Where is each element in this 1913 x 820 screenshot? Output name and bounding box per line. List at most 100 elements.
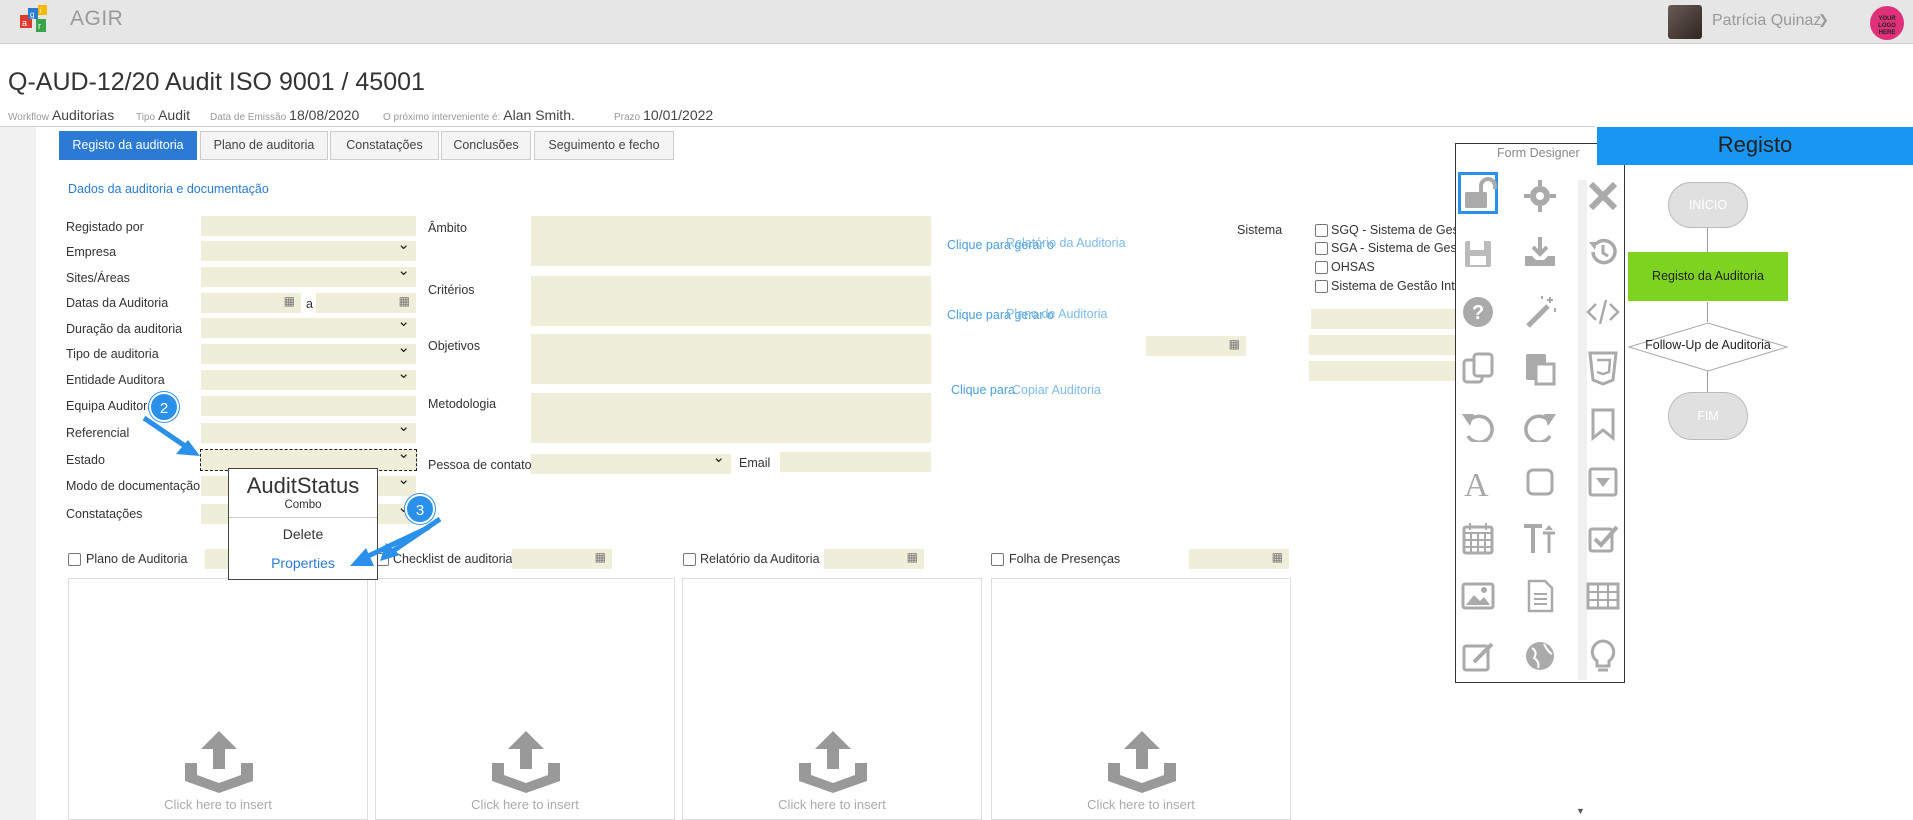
workflow-header: Registo	[1597, 127, 1913, 165]
criterios-textarea[interactable]	[531, 276, 931, 326]
registado-por-field[interactable]	[201, 216, 416, 236]
tab-constatacoes[interactable]: Constatações	[330, 131, 439, 160]
calendar-icon[interactable]	[1460, 521, 1496, 557]
user-name[interactable]: Patrícia Quinaz	[1712, 12, 1821, 30]
checkbox-icon[interactable]	[1585, 521, 1621, 557]
workflow-node-inicio[interactable]: INÍCIO	[1668, 182, 1748, 228]
app-logo-icon[interactable]: a g i r	[18, 5, 54, 35]
workflow-node-fim[interactable]: FIM	[1668, 392, 1748, 440]
user-avatar[interactable]	[1668, 5, 1702, 39]
workflow-connector	[1707, 370, 1708, 392]
ohsas-checkbox[interactable]	[1315, 261, 1328, 274]
sgi-checkbox[interactable]	[1315, 280, 1328, 293]
relatorio-dropzone[interactable]: Click here to insert	[682, 578, 982, 820]
label-sites: Sites/Áreas	[66, 271, 130, 285]
relatorio-link-label[interactable]: Relatório da Auditoria	[1006, 236, 1126, 250]
badge-2: 2	[149, 392, 179, 422]
workflow-node-followup[interactable]: Follow-Up de Auditoria	[1628, 338, 1788, 352]
svg-text:?: ?	[1472, 302, 1484, 324]
text-size-icon[interactable]	[1522, 521, 1558, 557]
save-icon[interactable]	[1460, 236, 1496, 272]
plano-auditoria-checkbox[interactable]	[68, 553, 81, 566]
copy-icon[interactable]	[1460, 350, 1496, 386]
meta-data-emissao: Data de Emissão 18/08/2020	[210, 107, 360, 123]
relatorio-checkbox[interactable]	[683, 553, 696, 566]
magic-wand-icon[interactable]	[1522, 294, 1558, 330]
dropzone-text: Click here to insert	[1087, 797, 1195, 812]
text-icon[interactable]: A	[1460, 464, 1496, 500]
paste-icon[interactable]	[1522, 350, 1558, 386]
globe-icon[interactable]	[1522, 638, 1558, 674]
sgq-checkbox[interactable]	[1315, 224, 1328, 237]
copiar-auditoria-prefix[interactable]: Clique para	[951, 383, 1015, 397]
redo-icon[interactable]	[1522, 406, 1558, 442]
checklist-date[interactable]	[512, 549, 612, 569]
entidade-select[interactable]	[201, 364, 416, 390]
gear-icon[interactable]	[1522, 178, 1558, 214]
table-icon[interactable]	[1585, 578, 1621, 614]
help-icon[interactable]: ?	[1460, 294, 1496, 330]
lightbulb-icon[interactable]	[1585, 638, 1621, 674]
history-icon[interactable]	[1585, 234, 1621, 270]
css3-icon[interactable]	[1585, 350, 1621, 386]
chevron-down-icon[interactable]: ❯	[1818, 12, 1829, 28]
upload-icon	[1108, 731, 1176, 793]
scroll-down-icon[interactable]: ▼	[1576, 806, 1585, 816]
logo-letter-g: g	[30, 10, 34, 19]
image-icon[interactable]	[1460, 578, 1496, 614]
objetivos-textarea[interactable]	[531, 334, 931, 384]
app-title: AGIR	[70, 7, 124, 30]
unlock-icon[interactable]	[1461, 176, 1497, 212]
section-title: Dados da auditoria e documentação	[68, 182, 269, 196]
label-entidade: Entidade Auditora	[66, 373, 165, 387]
metodologia-textarea[interactable]	[531, 393, 931, 443]
empresa-select[interactable]	[201, 235, 416, 261]
dropzone-text: Click here to insert	[471, 797, 579, 812]
folha-presencas-date[interactable]	[1189, 549, 1289, 569]
plano-link-label[interactable]: Plano de Auditoria	[1006, 307, 1107, 321]
extra-date-field[interactable]	[1146, 336, 1246, 356]
pessoa-contato-select[interactable]	[531, 448, 731, 474]
data-inicio-field[interactable]	[201, 293, 301, 313]
download-icon[interactable]	[1522, 234, 1558, 270]
folha-presencas-dropzone[interactable]: Click here to insert	[991, 578, 1291, 820]
top-bar	[0, 0, 1913, 44]
tab-registo[interactable]: Registo da auditoria	[59, 131, 197, 160]
square-icon[interactable]	[1522, 464, 1558, 500]
label-email: Email	[739, 456, 771, 470]
page-title: Q-AUD-12/20 Audit ISO 9001 / 45001	[8, 68, 425, 96]
upload-icon	[185, 731, 253, 793]
plano-dropzone[interactable]: Click here to insert	[68, 578, 368, 820]
folha-presencas-checkbox[interactable]	[991, 553, 1004, 566]
tab-conclusoes[interactable]: Conclusões	[441, 131, 531, 160]
tipo-select[interactable]	[201, 338, 416, 364]
email-field[interactable]	[780, 452, 931, 472]
meta-tipo: Tipo Audit	[136, 107, 191, 123]
dropzone-text: Click here to insert	[778, 797, 886, 812]
arrow-2-shaft	[142, 415, 190, 451]
tab-plano[interactable]: Plano de auditoria	[200, 131, 328, 160]
document-icon[interactable]	[1522, 578, 1558, 614]
undo-icon[interactable]	[1460, 406, 1496, 442]
sga-checkbox[interactable]	[1315, 242, 1328, 255]
folha-presencas-label: Folha de Presenças	[1009, 552, 1121, 566]
code-icon[interactable]	[1585, 294, 1621, 330]
checklist-dropzone[interactable]: Click here to insert	[375, 578, 675, 820]
bookmark-icon[interactable]	[1585, 406, 1621, 442]
relatorio-date[interactable]	[824, 549, 924, 569]
tab-seguimento[interactable]: Seguimento e fecho	[534, 131, 674, 160]
relatorio-label: Relatório da Auditoria	[700, 552, 820, 566]
close-icon[interactable]	[1585, 178, 1621, 214]
data-fim-field[interactable]	[316, 293, 416, 313]
duracao-select[interactable]	[201, 312, 416, 338]
edit-icon[interactable]	[1460, 638, 1496, 674]
label-empresa: Empresa	[66, 245, 117, 259]
dropdown-icon[interactable]	[1585, 464, 1621, 500]
copiar-auditoria-link[interactable]: Copiar Auditoria	[1012, 383, 1101, 397]
ambito-textarea[interactable]	[531, 216, 931, 266]
workflow-node-registo[interactable]: Registo da Auditoria	[1628, 252, 1788, 301]
sites-select[interactable]	[201, 261, 416, 287]
label-pessoa-contato: Pessoa de contato	[428, 458, 532, 472]
logo-letter-r: r	[38, 21, 41, 31]
label-ambito: Âmbito	[428, 221, 467, 235]
